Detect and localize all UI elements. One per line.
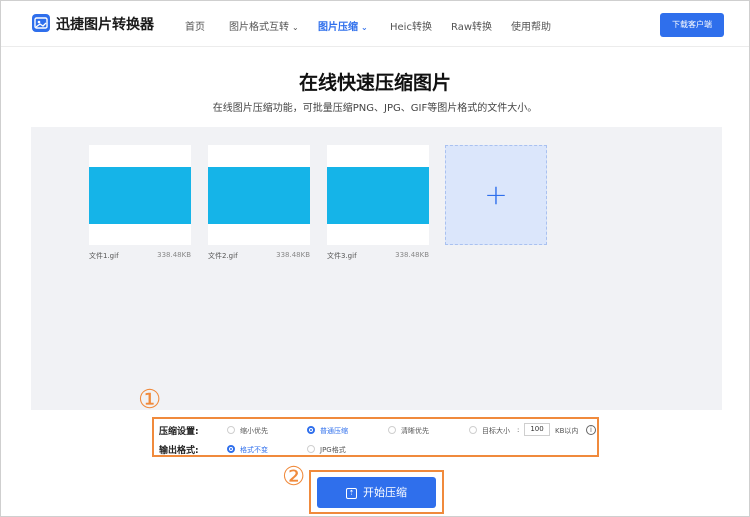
nav-home-label: 首页 — [185, 22, 205, 33]
radio-keep-format[interactable] — [227, 445, 235, 453]
info-icon[interactable]: i — [586, 425, 596, 435]
file-thumbnail — [327, 167, 429, 224]
annotation-number-2: ② — [282, 462, 306, 492]
target-size-unit: KB以内 — [555, 427, 579, 435]
nav-home[interactable]: 首页 — [185, 18, 205, 33]
radio-jpg-format[interactable] — [307, 445, 315, 453]
add-file-button[interactable]: + — [445, 145, 547, 245]
nav-help[interactable]: 使用帮助 — [511, 18, 551, 33]
upload-icon: ⇡ — [346, 487, 357, 499]
file-size: 338.48KB — [276, 251, 310, 259]
plus-icon: + — [484, 178, 508, 211]
radio-normal-compress[interactable] — [307, 426, 315, 434]
file-card-2[interactable] — [208, 145, 310, 245]
target-size-input[interactable]: 100 — [524, 423, 550, 436]
radio-target-size[interactable] — [469, 426, 477, 434]
file-name: 文件1.gif — [89, 252, 119, 260]
file-thumbnail — [89, 167, 191, 224]
page-subtitle: 在线图片压缩功能，可批量压缩PNG、JPG、GIF等图片格式的文件大小。 — [212, 103, 538, 114]
radio-shrink-first[interactable] — [227, 426, 235, 434]
nav-format-convert-label: 图片格式互转 — [229, 22, 289, 33]
file-name: 文件2.gif — [208, 252, 238, 260]
nav-help-label: 使用帮助 — [511, 22, 551, 33]
start-compress-button[interactable]: ⇡ 开始压缩 — [317, 477, 436, 508]
colon-text: : — [517, 426, 520, 434]
file-thumbnail — [208, 167, 310, 224]
file-card-1[interactable] — [89, 145, 191, 245]
logo-icon[interactable] — [32, 14, 50, 32]
nav-heic-label: Heic转换 — [390, 22, 432, 33]
nav-format-convert[interactable]: 图片格式互转 ⌄ — [229, 18, 299, 33]
start-compress-label: 开始压缩 — [363, 486, 407, 499]
file-size: 338.48KB — [157, 251, 191, 259]
top-header: 迅捷图片转换器 首页 图片格式互转 ⌄ 图片压缩 ⌄ Heic转换 Raw转换 使用… — [1, 1, 749, 47]
annotation-number-1: ① — [138, 385, 162, 415]
file-card-3[interactable] — [327, 145, 429, 245]
radio-clarity-first[interactable] — [388, 426, 396, 434]
option-normal-compress[interactable]: 普通压缩 — [320, 426, 348, 436]
file-name: 文件3.gif — [327, 252, 357, 260]
compression-settings-label: 压缩设置: — [159, 427, 199, 437]
option-jpg-format[interactable]: JPG格式 — [320, 445, 346, 455]
upload-area[interactable]: 文件1.gif 338.48KB 文件2.gif 338.48KB 文件3.gi… — [31, 127, 722, 410]
chevron-down-icon: ⌄ — [361, 23, 368, 32]
nav-raw[interactable]: Raw转换 — [451, 18, 492, 33]
nav-heic[interactable]: Heic转换 — [390, 18, 432, 33]
option-target-size[interactable]: 目标大小 — [482, 426, 510, 436]
nav-compress[interactable]: 图片压缩 ⌄ — [318, 18, 368, 33]
nav-raw-label: Raw转换 — [451, 22, 493, 33]
option-shrink-first[interactable]: 缩小优先 — [240, 426, 268, 436]
nav-compress-label: 图片压缩 — [318, 22, 358, 33]
file-size: 338.48KB — [395, 251, 429, 259]
brand-name[interactable]: 迅捷图片转换器 — [56, 14, 154, 34]
start-button-highlight: ⇡ 开始压缩 — [309, 470, 444, 514]
compression-settings-panel: 压缩设置: 缩小优先 普通压缩 清晰优先 目标大小 : 100 KB以内 i 输… — [152, 417, 599, 457]
page-title: 在线快速压缩图片 — [298, 72, 451, 94]
option-keep-format[interactable]: 格式不变 — [240, 445, 268, 455]
download-client-button[interactable]: 下载客户端 — [660, 13, 724, 37]
option-clarity-first[interactable]: 清晰优先 — [401, 426, 429, 436]
output-format-label: 输出格式: — [159, 446, 199, 456]
chevron-down-icon: ⌄ — [292, 23, 299, 32]
